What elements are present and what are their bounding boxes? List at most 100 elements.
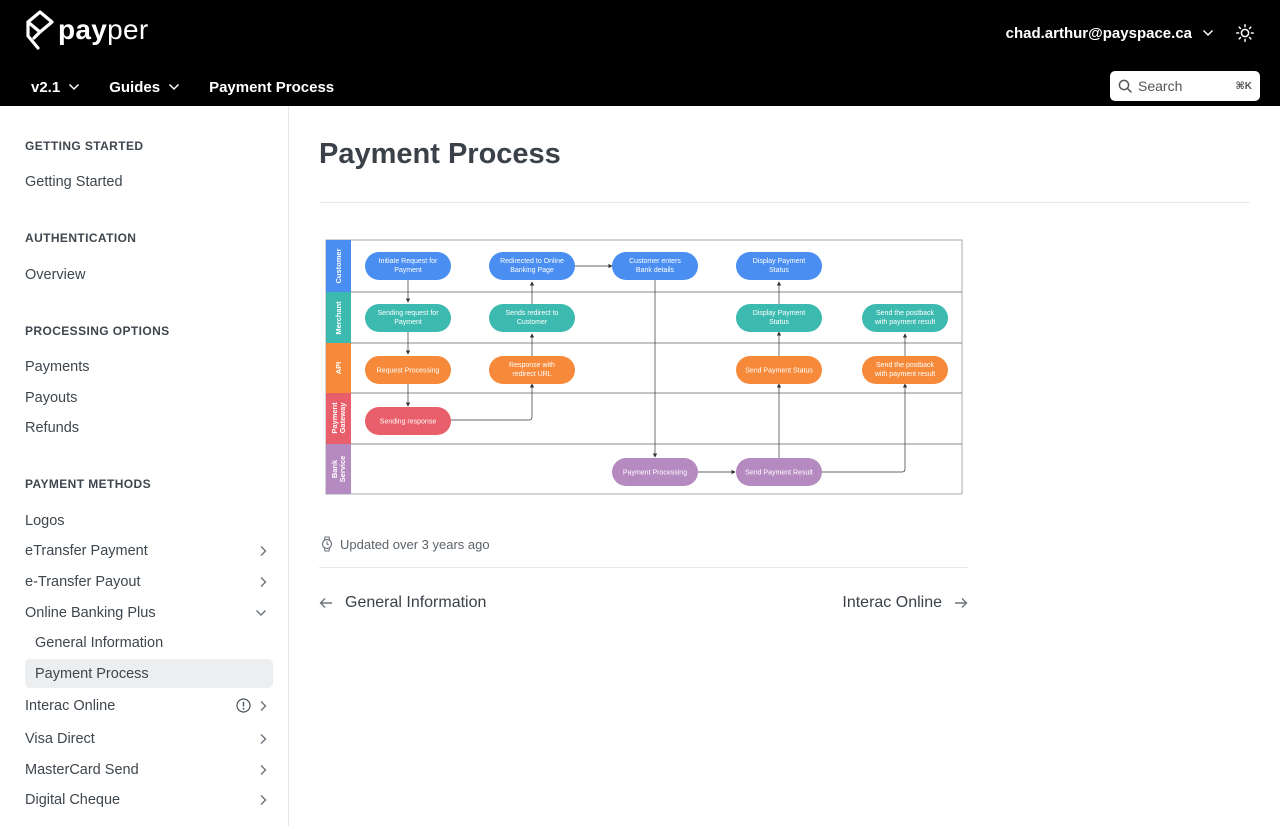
node-label: Sending response <box>380 419 437 426</box>
node-label: Send the postback <box>876 310 934 317</box>
node-label: Payment Processing <box>623 470 687 477</box>
node-label: Redirected to Online <box>500 258 564 265</box>
node-label: Send Payment Result <box>745 470 813 477</box>
search-shortcut: ⌘K <box>1235 80 1253 92</box>
node-label: Status <box>769 267 789 274</box>
search-placeholder: Search <box>1138 78 1183 94</box>
section-title-payment-methods: PAYMENT METHODS <box>25 477 152 491</box>
node-label: Send the postback <box>876 362 934 369</box>
node-label: Bank details <box>636 267 675 274</box>
guides-label: Guides <box>109 78 161 96</box>
top-nav: v2.1 Guides Payment Process <box>0 70 334 104</box>
sidebar-item-label: Payment Process <box>35 665 149 682</box>
payper-logo-icon <box>26 10 54 50</box>
sidebar-item-label: Online Banking Plus <box>25 604 156 621</box>
title-divider <box>319 202 1250 203</box>
section-title-getting-started: GETTING STARTED <box>25 139 144 153</box>
chevron-right-icon <box>260 764 267 775</box>
arrow-right-icon <box>955 598 968 608</box>
node-label: Payment <box>394 267 422 274</box>
version-dropdown[interactable]: v2.1 <box>31 70 80 104</box>
node-label: Customer enters <box>629 258 681 265</box>
next-page-link[interactable]: Interac Online <box>842 594 968 612</box>
sun-icon[interactable] <box>1236 24 1254 42</box>
sidebar-item-label: e-Transfer Payout <box>25 573 141 590</box>
payment-process-diagram: Customer Merchant API Payment Gateway Ba… <box>325 239 963 495</box>
sidebar-item-label: MasterCard Send <box>25 761 139 778</box>
node-initiate <box>365 252 451 280</box>
current-page-link[interactable]: Payment Process <box>209 70 334 104</box>
footer-divider <box>319 567 968 568</box>
sidebar-item-logos[interactable]: Logos <box>25 506 273 535</box>
sidebar: GETTING STARTED Getting Started AUTHENTI… <box>0 106 289 826</box>
node-label: Status <box>769 319 789 326</box>
watch-icon <box>321 536 333 552</box>
sidebar-item-label: General Information <box>35 634 164 651</box>
top-header: payper chad.arthur@payspace.ca v2.1 Guid… <box>0 0 1280 106</box>
sidebar-item-label: Payouts <box>25 389 78 406</box>
sidebar-item-refunds[interactable]: Refunds <box>25 413 273 442</box>
sidebar-item-label: Getting Started <box>25 173 123 190</box>
info-icon <box>236 698 251 713</box>
node-label: with payment result <box>874 371 935 378</box>
sidebar-item-visa-direct[interactable]: Visa Direct <box>25 724 273 753</box>
node-postback-a <box>862 356 948 384</box>
sidebar-item-label: eTransfer Payment <box>25 542 148 559</box>
node-display-c <box>736 252 822 280</box>
node-label: Request Processing <box>377 368 440 375</box>
search-input[interactable]: Search ⌘K <box>1110 71 1260 101</box>
node-postback-m <box>862 304 948 332</box>
node-label: Send Payment Status <box>745 368 813 375</box>
sidebar-item-label: Interac Online <box>25 697 116 714</box>
node-sends-redirect <box>489 304 575 332</box>
search-icon <box>1118 79 1132 93</box>
sidebar-item-mastercard-send[interactable]: MasterCard Send <box>25 755 273 784</box>
prev-page-link[interactable]: General Information <box>319 594 486 612</box>
page-title: Payment Process <box>319 138 561 170</box>
node-label: Sending request for <box>377 310 439 317</box>
lane-label: Gateway <box>338 402 347 434</box>
chevron-down-icon <box>69 83 80 91</box>
sidebar-item-online-banking-plus[interactable]: Online Banking Plus <box>25 598 273 627</box>
sidebar-item-interac-online[interactable]: Interac Online <box>25 691 273 720</box>
node-label: Banking Page <box>510 267 554 274</box>
next-page-label: Interac Online <box>842 594 942 611</box>
node-label: Display Payment <box>753 258 806 265</box>
sidebar-item-payments[interactable]: Payments <box>25 352 273 381</box>
node-display-m <box>736 304 822 332</box>
node-label: Sends redirect to <box>506 310 559 317</box>
node-label: Payment <box>394 319 422 326</box>
chevron-right-icon <box>260 700 267 711</box>
node-label: Display Payment <box>753 310 806 317</box>
lane-label: Merchant <box>334 301 343 335</box>
updated-text: Updated over 3 years ago <box>340 536 490 552</box>
chevron-down-icon <box>169 83 180 91</box>
node-enters <box>612 252 698 280</box>
node-sending-req <box>365 304 451 332</box>
section-title-authentication: AUTHENTICATION <box>25 231 137 245</box>
chevron-right-icon <box>260 545 267 556</box>
chevron-down-icon <box>1202 29 1214 37</box>
node-redirected <box>489 252 575 280</box>
node-label: Response with <box>509 362 555 369</box>
main-content: Payment Process Customer Merchant API Pa… <box>289 106 1280 826</box>
sidebar-item-digital-cheque[interactable]: Digital Cheque <box>25 785 273 814</box>
sidebar-item-etransfer-payment[interactable]: eTransfer Payment <box>25 536 273 565</box>
payper-logo[interactable]: payper <box>24 10 149 50</box>
sidebar-item-payouts[interactable]: Payouts <box>25 383 273 412</box>
user-menu[interactable]: chad.arthur@payspace.ca <box>1006 22 1214 44</box>
node-label: with payment result <box>874 319 935 326</box>
chevron-right-icon <box>260 733 267 744</box>
sidebar-item-getting-started[interactable]: Getting Started <box>25 167 273 196</box>
lane-label: Customer <box>334 248 343 283</box>
sidebar-item-payment-process[interactable]: Payment Process <box>25 659 273 688</box>
sidebar-item-overview[interactable]: Overview <box>25 260 273 289</box>
node-label: redirect URL <box>512 371 551 378</box>
sidebar-item-general-information[interactable]: General Information <box>25 628 273 657</box>
logo-text: payper <box>58 14 149 45</box>
guides-dropdown[interactable]: Guides <box>109 70 180 104</box>
node-response-url <box>489 356 575 384</box>
user-email: chad.arthur@payspace.ca <box>1005 24 1192 42</box>
sidebar-item-e-transfer-payout[interactable]: e-Transfer Payout <box>25 567 273 596</box>
chevron-down-icon <box>256 609 266 616</box>
